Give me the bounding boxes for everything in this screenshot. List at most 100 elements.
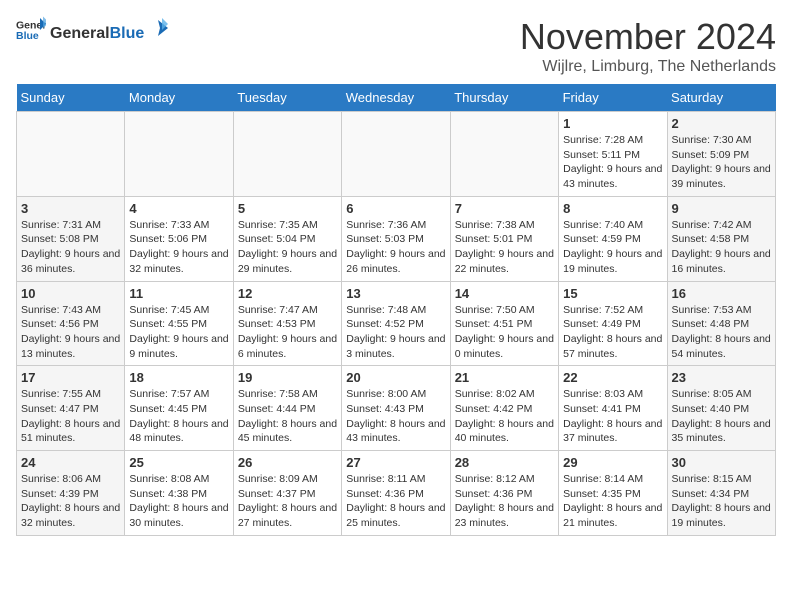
day-info: Sunrise: 7:57 AM Sunset: 4:45 PM Dayligh… — [129, 387, 228, 446]
calendar-cell: 19 Sunrise: 7:58 AM Sunset: 4:44 PM Dayli… — [233, 366, 341, 451]
day-number: 23 — [672, 370, 771, 385]
calendar-week-5: 24 Sunrise: 8:06 AM Sunset: 4:39 PM Dayli… — [17, 451, 776, 536]
calendar-cell: 8Sunrise: 7:40 AM Sunset: 4:59 PM Daylig… — [559, 196, 667, 281]
calendar-cell — [17, 112, 125, 197]
day-number: 27 — [346, 455, 445, 470]
day-info: Sunrise: 8:03 AM Sunset: 4:41 PM Dayligh… — [563, 387, 662, 446]
calendar-cell: 9 Sunrise: 7:42 AM Sunset: 4:58 PM Daylig… — [667, 196, 775, 281]
header-thursday: Thursday — [450, 84, 558, 112]
calendar-cell — [125, 112, 233, 197]
day-info: Sunrise: 7:48 AM Sunset: 4:52 PM Dayligh… — [346, 303, 445, 362]
calendar-cell: 6Sunrise: 7:36 AM Sunset: 5:03 PM Daylig… — [342, 196, 450, 281]
day-info: Sunrise: 7:53 AM Sunset: 4:48 PM Dayligh… — [672, 303, 771, 362]
calendar-cell: 12 Sunrise: 7:47 AM Sunset: 4:53 PM Dayli… — [233, 281, 341, 366]
day-info: Sunrise: 8:08 AM Sunset: 4:38 PM Dayligh… — [129, 472, 228, 531]
calendar-cell: 29Sunrise: 8:14 AM Sunset: 4:35 PM Dayli… — [559, 451, 667, 536]
calendar-week-2: 3 Sunrise: 7:31 AM Sunset: 5:08 PM Daylig… — [17, 196, 776, 281]
calendar-cell — [450, 112, 558, 197]
day-info: Sunrise: 7:45 AM Sunset: 4:55 PM Dayligh… — [129, 303, 228, 362]
day-number: 1 — [563, 116, 662, 131]
day-number: 5 — [238, 201, 337, 216]
day-info: Sunrise: 8:00 AM Sunset: 4:43 PM Dayligh… — [346, 387, 445, 446]
logo-general: General — [50, 25, 110, 43]
calendar-cell: 2 Sunrise: 7:30 AM Sunset: 5:09 PM Daylig… — [667, 112, 775, 197]
header-saturday: Saturday — [667, 84, 775, 112]
calendar-cell: 14Sunrise: 7:50 AM Sunset: 4:51 PM Dayli… — [450, 281, 558, 366]
day-number: 13 — [346, 286, 445, 301]
logo: General Blue General Blue — [16, 16, 168, 44]
day-number: 25 — [129, 455, 228, 470]
calendar-cell: 3 Sunrise: 7:31 AM Sunset: 5:08 PM Daylig… — [17, 196, 125, 281]
calendar-cell: 18 Sunrise: 7:57 AM Sunset: 4:45 PM Dayli… — [125, 366, 233, 451]
day-info: Sunrise: 7:38 AM Sunset: 5:01 PM Dayligh… — [455, 218, 554, 277]
day-number: 14 — [455, 286, 554, 301]
header-tuesday: Tuesday — [233, 84, 341, 112]
day-info: Sunrise: 7:30 AM Sunset: 5:09 PM Dayligh… — [672, 133, 771, 192]
header-monday: Monday — [125, 84, 233, 112]
day-info: Sunrise: 7:40 AM Sunset: 4:59 PM Dayligh… — [563, 218, 662, 277]
calendar-cell: 26Sunrise: 8:09 AM Sunset: 4:37 PM Dayli… — [233, 451, 341, 536]
day-number: 9 — [672, 201, 771, 216]
day-number: 18 — [129, 370, 228, 385]
day-info: Sunrise: 8:15 AM Sunset: 4:34 PM Dayligh… — [672, 472, 771, 531]
location-subtitle: Wijlre, Limburg, The Netherlands — [520, 58, 776, 76]
logo-icon: General Blue — [16, 16, 46, 44]
calendar-cell: 23Sunrise: 8:05 AM Sunset: 4:40 PM Dayli… — [667, 366, 775, 451]
calendar-cell: 1 Sunrise: 7:28 AM Sunset: 5:11 PM Daylig… — [559, 112, 667, 197]
calendar-cell: 5 Sunrise: 7:35 AM Sunset: 5:04 PM Daylig… — [233, 196, 341, 281]
day-number: 21 — [455, 370, 554, 385]
logo-blue: Blue — [110, 25, 145, 43]
calendar-cell: 22 Sunrise: 8:03 AM Sunset: 4:41 PM Dayli… — [559, 366, 667, 451]
calendar-cell: 27Sunrise: 8:11 AM Sunset: 4:36 PM Dayli… — [342, 451, 450, 536]
calendar-cell: 17 Sunrise: 7:55 AM Sunset: 4:47 PM Dayli… — [17, 366, 125, 451]
day-info: Sunrise: 7:42 AM Sunset: 4:58 PM Dayligh… — [672, 218, 771, 277]
day-number: 28 — [455, 455, 554, 470]
header: General Blue General Blue November 2024 … — [16, 16, 776, 76]
calendar-cell: 24 Sunrise: 8:06 AM Sunset: 4:39 PM Dayli… — [17, 451, 125, 536]
day-info: Sunrise: 7:47 AM Sunset: 4:53 PM Dayligh… — [238, 303, 337, 362]
calendar-header-row: SundayMondayTuesdayWednesdayThursdayFrid… — [17, 84, 776, 112]
logo-wave-icon — [146, 18, 168, 38]
day-number: 17 — [21, 370, 120, 385]
day-number: 15 — [563, 286, 662, 301]
day-info: Sunrise: 8:06 AM Sunset: 4:39 PM Dayligh… — [21, 472, 120, 531]
day-info: Sunrise: 7:35 AM Sunset: 5:04 PM Dayligh… — [238, 218, 337, 277]
header-sunday: Sunday — [17, 84, 125, 112]
day-info: Sunrise: 8:02 AM Sunset: 4:42 PM Dayligh… — [455, 387, 554, 446]
day-number: 11 — [129, 286, 228, 301]
day-number: 3 — [21, 201, 120, 216]
day-info: Sunrise: 7:36 AM Sunset: 5:03 PM Dayligh… — [346, 218, 445, 277]
day-info: Sunrise: 7:43 AM Sunset: 4:56 PM Dayligh… — [21, 303, 120, 362]
day-number: 30 — [672, 455, 771, 470]
calendar-week-4: 17 Sunrise: 7:55 AM Sunset: 4:47 PM Dayli… — [17, 366, 776, 451]
day-number: 7 — [455, 201, 554, 216]
day-number: 4 — [129, 201, 228, 216]
day-info: Sunrise: 7:33 AM Sunset: 5:06 PM Dayligh… — [129, 218, 228, 277]
title-area: November 2024 Wijlre, Limburg, The Nethe… — [520, 16, 776, 76]
calendar-cell: 20Sunrise: 8:00 AM Sunset: 4:43 PM Dayli… — [342, 366, 450, 451]
calendar-cell: 10 Sunrise: 7:43 AM Sunset: 4:56 PM Dayli… — [17, 281, 125, 366]
calendar-cell: 7 Sunrise: 7:38 AM Sunset: 5:01 PM Daylig… — [450, 196, 558, 281]
day-number: 22 — [563, 370, 662, 385]
day-info: Sunrise: 7:28 AM Sunset: 5:11 PM Dayligh… — [563, 133, 662, 192]
day-number: 24 — [21, 455, 120, 470]
day-number: 2 — [672, 116, 771, 131]
calendar-cell: 16Sunrise: 7:53 AM Sunset: 4:48 PM Dayli… — [667, 281, 775, 366]
day-number: 10 — [21, 286, 120, 301]
day-info: Sunrise: 8:09 AM Sunset: 4:37 PM Dayligh… — [238, 472, 337, 531]
day-info: Sunrise: 7:52 AM Sunset: 4:49 PM Dayligh… — [563, 303, 662, 362]
day-info: Sunrise: 7:31 AM Sunset: 5:08 PM Dayligh… — [21, 218, 120, 277]
calendar-week-3: 10 Sunrise: 7:43 AM Sunset: 4:56 PM Dayli… — [17, 281, 776, 366]
day-number: 19 — [238, 370, 337, 385]
calendar-cell: 4 Sunrise: 7:33 AM Sunset: 5:06 PM Daylig… — [125, 196, 233, 281]
calendar-week-1: 1 Sunrise: 7:28 AM Sunset: 5:11 PM Daylig… — [17, 112, 776, 197]
calendar-cell: 28 Sunrise: 8:12 AM Sunset: 4:36 PM Dayli… — [450, 451, 558, 536]
day-info: Sunrise: 7:55 AM Sunset: 4:47 PM Dayligh… — [21, 387, 120, 446]
day-info: Sunrise: 7:58 AM Sunset: 4:44 PM Dayligh… — [238, 387, 337, 446]
calendar-cell: 21 Sunrise: 8:02 AM Sunset: 4:42 PM Dayli… — [450, 366, 558, 451]
calendar-cell: 15 Sunrise: 7:52 AM Sunset: 4:49 PM Dayli… — [559, 281, 667, 366]
calendar-cell — [233, 112, 341, 197]
calendar-cell: 30 Sunrise: 8:15 AM Sunset: 4:34 PM Dayli… — [667, 451, 775, 536]
day-info: Sunrise: 8:12 AM Sunset: 4:36 PM Dayligh… — [455, 472, 554, 531]
day-number: 12 — [238, 286, 337, 301]
